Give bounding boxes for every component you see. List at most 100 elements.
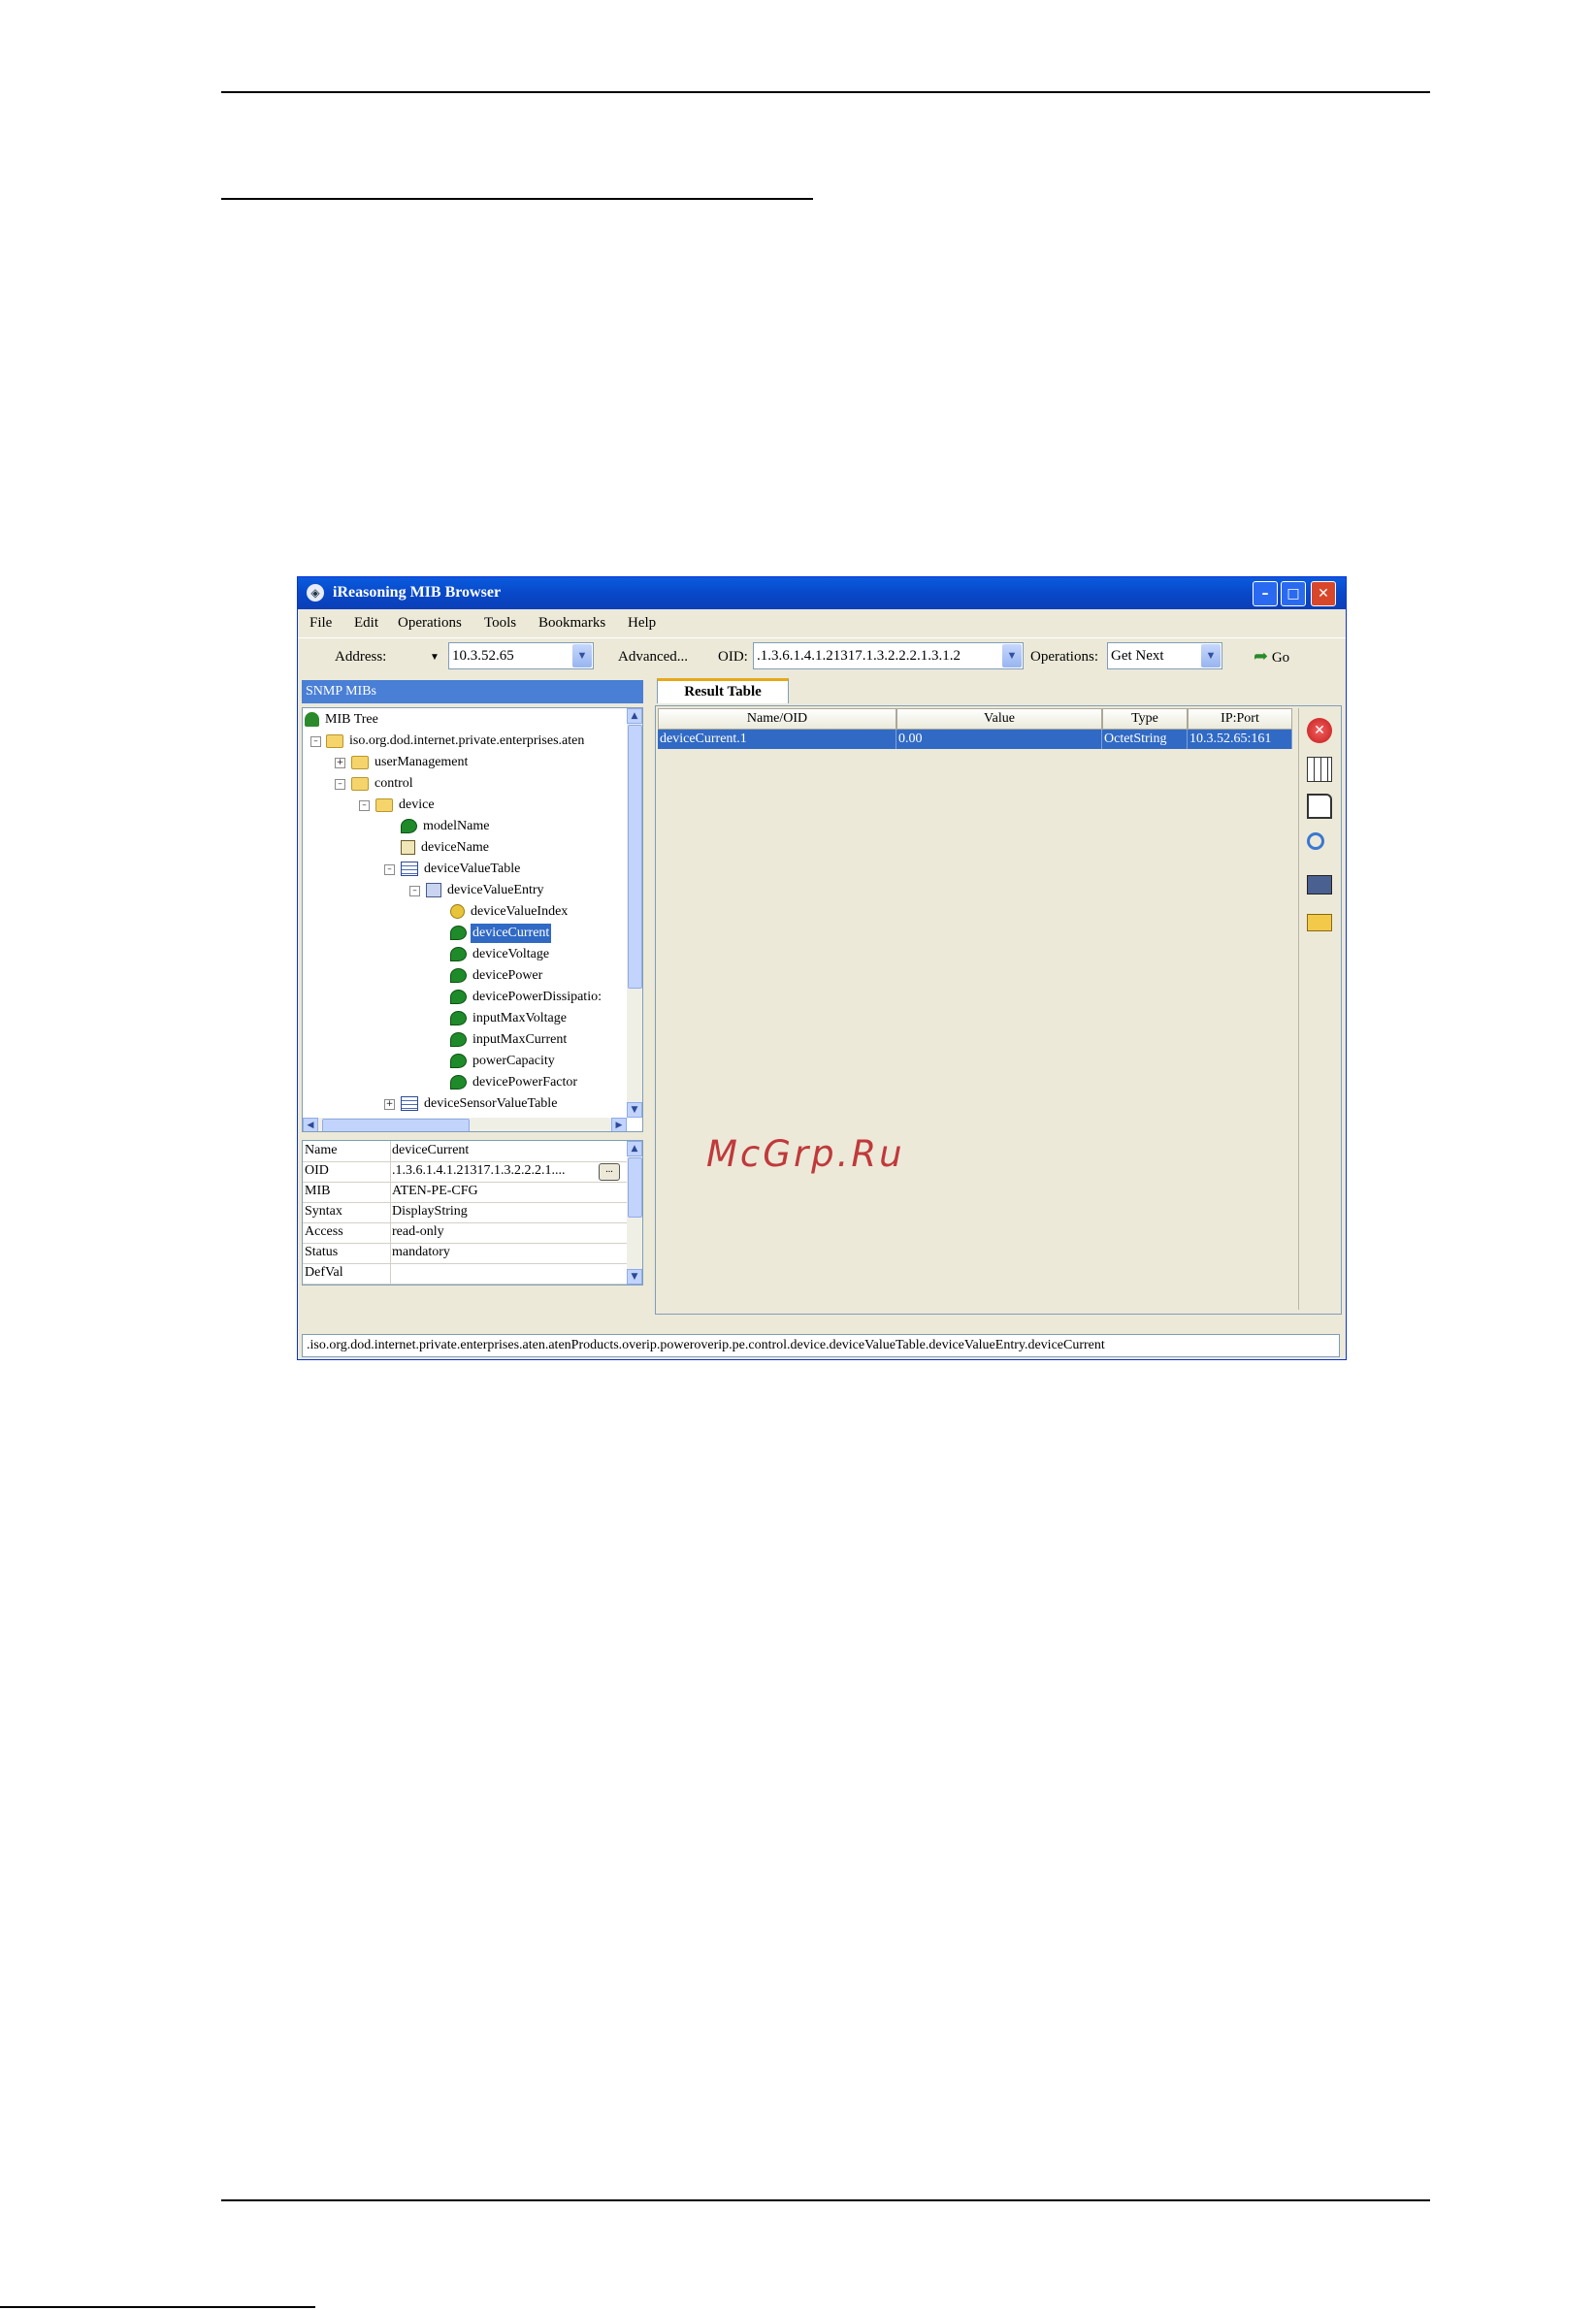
prop-row-defval: DefVal — [303, 1263, 627, 1285]
tree-node-devicesensorvaluetable[interactable]: deviceSensorValueTable — [401, 1094, 559, 1115]
scroll-thumb[interactable] — [628, 1157, 642, 1218]
collapse-icon[interactable]: – — [310, 736, 321, 747]
menu-tools[interactable]: Tools — [484, 615, 516, 632]
menu-help[interactable]: Help — [628, 615, 656, 632]
tree-node-inputmaxcurrent[interactable]: inputMaxCurrent — [450, 1030, 569, 1051]
tree-node-aten[interactable]: iso.org.dod.internet.private.enterprises… — [326, 732, 586, 752]
tree-node-powercapacity[interactable]: powerCapacity — [450, 1052, 557, 1072]
title-bar[interactable]: ◈ iReasoning MIB Browser – □ ✕ — [298, 577, 1346, 609]
props-vertical-scrollbar[interactable]: ▲ ▼ — [627, 1141, 642, 1285]
menu-bar: File Edit Operations Tools Bookmarks Hel… — [298, 610, 1346, 635]
tree-node-devicevalueindex[interactable]: deviceValueIndex — [450, 902, 570, 923]
tab-result-table[interactable]: Result Table — [657, 678, 789, 703]
mib-browser-window: ◈ iReasoning MIB Browser – □ ✕ File Edit… — [297, 576, 1347, 1360]
advanced-button[interactable]: Advanced... — [618, 649, 688, 666]
tree-node-devicevoltage[interactable]: deviceVoltage — [450, 945, 551, 965]
prop-row-oid: OID .1.3.6.1.4.1.21317.1.3.2.2.2.1....... — [303, 1161, 627, 1183]
mib-tree[interactable]: MIB Tree – iso.org.dod.internet.private.… — [302, 707, 643, 1132]
leaf-icon — [450, 1032, 467, 1048]
clear-table-icon[interactable] — [1307, 757, 1332, 782]
collapse-icon[interactable]: – — [409, 886, 420, 896]
close-button[interactable]: ✕ — [1311, 581, 1336, 606]
tree-node-control[interactable]: control — [351, 774, 415, 795]
operations-label: Operations: — [1030, 649, 1098, 665]
scroll-down-icon[interactable]: ▼ — [627, 1269, 642, 1285]
tree-node-devicecurrent[interactable]: deviceCurrent — [450, 924, 552, 944]
scroll-up-icon[interactable]: ▲ — [627, 1141, 642, 1156]
scroll-right-icon[interactable]: ▶ — [611, 1118, 627, 1131]
prop-row-name: Name deviceCurrent — [303, 1141, 627, 1162]
maximize-button[interactable]: □ — [1281, 581, 1306, 606]
scroll-left-icon[interactable]: ◀ — [303, 1118, 318, 1131]
expand-icon[interactable]: + — [384, 1099, 395, 1110]
column-header-ip-port[interactable]: IP:Port — [1188, 708, 1292, 730]
menu-bookmarks[interactable]: Bookmarks — [538, 615, 605, 632]
export-icon[interactable] — [1307, 875, 1332, 895]
oid-combo[interactable]: .1.3.6.1.4.1.21317.1.3.2.2.2.1.3.1.2 ▼ — [753, 642, 1024, 669]
address-dropdown-icon[interactable]: ▼ — [430, 652, 440, 663]
leaf-icon — [401, 819, 417, 834]
minimize-button[interactable]: – — [1253, 581, 1278, 606]
scroll-up-icon[interactable]: ▲ — [627, 708, 642, 724]
tree-node-devicepowerdissipation[interactable]: devicePowerDissipatio: — [450, 988, 603, 1008]
tree-horizontal-scrollbar[interactable]: ◀ ▶ — [303, 1118, 627, 1131]
collapse-icon[interactable]: – — [335, 779, 345, 790]
scroll-thumb[interactable] — [322, 1119, 470, 1131]
page-bottom-rule — [0, 2306, 315, 2308]
tree-node-devicepowerfactor[interactable]: devicePowerFactor — [450, 1073, 579, 1093]
chevron-down-icon[interactable]: ▼ — [1201, 644, 1221, 667]
chevron-down-icon[interactable]: ▼ — [572, 644, 592, 667]
tree-node-devicepower[interactable]: devicePower — [450, 966, 544, 987]
menu-edit[interactable]: Edit — [354, 615, 378, 632]
table-icon — [401, 1096, 418, 1112]
leaf-icon — [450, 990, 467, 1005]
menu-operations[interactable]: Operations — [398, 615, 462, 632]
chevron-down-icon[interactable]: ▼ — [1002, 644, 1022, 667]
prop-row-syntax: Syntax DisplayString — [303, 1202, 627, 1223]
collapse-icon[interactable]: – — [359, 800, 370, 811]
address-combo[interactable]: 10.3.52.65 ▼ — [448, 642, 594, 669]
window-title: iReasoning MIB Browser — [333, 584, 502, 601]
tree-icon — [305, 712, 319, 728]
tree-node-devicevaluetable[interactable]: deviceValueTable — [401, 860, 522, 880]
scroll-thumb[interactable] — [628, 725, 642, 989]
tree-node-modelname[interactable]: modelName — [401, 817, 491, 837]
tree-node-device[interactable]: device — [375, 796, 437, 816]
mib-properties-table: Name deviceCurrent OID .1.3.6.1.4.1.21317.… — [302, 1140, 643, 1285]
tree-node-inputmaxvoltage[interactable]: inputMaxVoltage — [450, 1009, 569, 1029]
tree-vertical-scrollbar[interactable]: ▲ ▼ — [627, 708, 642, 1118]
menu-file[interactable]: File — [309, 615, 332, 632]
column-header-value[interactable]: Value — [896, 708, 1102, 730]
result-cell-name[interactable]: deviceCurrent.1 — [658, 730, 896, 749]
app-icon: ◈ — [307, 584, 324, 602]
result-cell-ip-port[interactable]: 10.3.52.65:161 — [1188, 730, 1292, 749]
column-header-name-oid[interactable]: Name/OID — [658, 708, 896, 730]
go-button[interactable]: ➦ Go — [1254, 646, 1289, 667]
new-document-icon[interactable] — [1307, 794, 1332, 819]
open-folder-icon[interactable] — [1307, 914, 1332, 931]
result-cell-value[interactable]: 0.00 — [896, 730, 1102, 749]
expand-icon[interactable]: + — [335, 758, 345, 768]
scroll-down-icon[interactable]: ▼ — [627, 1102, 642, 1118]
column-header-type[interactable]: Type — [1102, 708, 1188, 730]
leaf-icon — [450, 968, 467, 984]
tree-node-usermanagement[interactable]: userManagement — [351, 753, 470, 773]
result-side-toolbar: ✕ — [1298, 708, 1340, 1310]
find-icon[interactable] — [1307, 832, 1324, 850]
folder-icon — [351, 755, 369, 769]
leaf-icon — [450, 1075, 467, 1090]
stop-icon[interactable]: ✕ — [1307, 718, 1332, 743]
tree-node-devicevalueentry[interactable]: deviceValueEntry — [426, 881, 546, 901]
result-cell-type[interactable]: OctetString — [1102, 730, 1188, 749]
tree-node-root[interactable]: MIB Tree — [305, 710, 380, 731]
toolbar: Address: ▼ 10.3.52.65 ▼ Advanced... OID:… — [298, 637, 1346, 671]
oid-label: OID: — [718, 649, 748, 665]
collapse-icon[interactable]: – — [384, 864, 395, 875]
folder-icon — [375, 797, 393, 812]
pencil-icon — [401, 840, 415, 856]
operations-select[interactable]: Get Next ▼ — [1107, 642, 1222, 669]
oid-path-status-bar: .iso.org.dod.internet.private.enterprise… — [302, 1334, 1340, 1357]
leaf-icon — [450, 926, 467, 941]
oid-details-button[interactable]: ... — [599, 1163, 620, 1181]
tree-node-devicename[interactable]: deviceName — [401, 838, 491, 859]
